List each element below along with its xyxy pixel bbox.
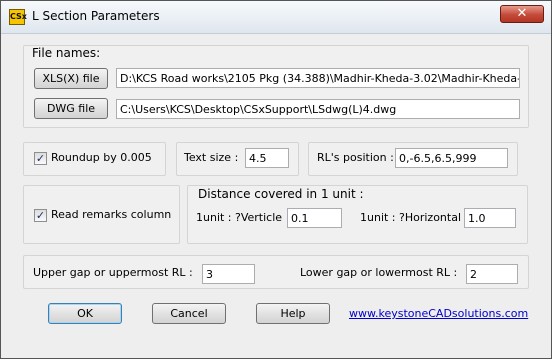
help-button[interactable]: Help	[256, 303, 330, 324]
distance-legend: Distance covered in 1 unit :	[198, 187, 364, 201]
xls-path-field[interactable]: D:\KCS Road works\2105 Pkg (34.388)\Madh…	[116, 68, 520, 88]
rl-position-label: RL's position :	[317, 151, 394, 164]
read-remarks-label: Read remarks column	[51, 208, 172, 221]
roundup-checkbox[interactable]: ✓	[34, 152, 47, 165]
gaps-group: Upper gap or uppermost RL : 3 Lower gap …	[23, 255, 529, 289]
verticle-input[interactable]: 0.1	[287, 208, 342, 228]
app-icon: CSx	[9, 9, 27, 25]
dwg-path-field[interactable]: C:\Users\KCS\Desktop\CSxSupport\LSdwg(L)…	[116, 99, 520, 119]
title-bar[interactable]: CSx L Section Parameters ✕	[1, 1, 551, 34]
verticle-label: 1unit : ?Verticle	[196, 211, 283, 224]
read-remarks-checkbox[interactable]: ✓	[34, 209, 47, 222]
upper-gap-input[interactable]: 3	[202, 264, 255, 284]
read-remarks-group: ✓ Read remarks column	[23, 185, 180, 244]
text-size-label: Text size :	[184, 151, 239, 164]
lower-gap-label: Lower gap or lowermost RL :	[300, 266, 458, 279]
window-title: L Section Parameters	[32, 9, 160, 23]
horizontal-label: 1unit : ?Horizontal	[360, 211, 462, 224]
rl-position-group: RL's position : 0,-6.5,6.5,999	[308, 142, 518, 176]
horizontal-input[interactable]: 1.0	[464, 208, 516, 228]
distance-group: Distance covered in 1 unit : 1unit : ?Ve…	[187, 185, 528, 244]
cancel-button[interactable]: Cancel	[152, 303, 226, 324]
xls-file-button[interactable]: XLS(X) file	[34, 68, 108, 89]
file-names-legend: File names:	[32, 46, 101, 60]
website-link[interactable]: www.keystoneCADsolutions.com	[349, 307, 528, 320]
roundup-label: Roundup by 0.005	[51, 151, 152, 164]
lower-gap-input[interactable]: 2	[466, 264, 518, 284]
roundup-group: ✓ Roundup by 0.005	[23, 142, 166, 176]
ok-button[interactable]: OK	[48, 303, 122, 324]
file-names-group: File names: XLS(X) file D:\KCS Road work…	[23, 45, 529, 128]
upper-gap-label: Upper gap or uppermost RL :	[33, 266, 193, 279]
close-button[interactable]: ✕	[500, 5, 544, 23]
text-size-group: Text size : 4.5	[176, 142, 299, 176]
dwg-file-button[interactable]: DWG file	[34, 98, 108, 119]
rl-position-input[interactable]: 0,-6.5,6.5,999	[395, 148, 508, 168]
text-size-input[interactable]: 4.5	[245, 148, 289, 168]
dialog-window: CSx L Section Parameters ✕ File names: X…	[0, 0, 552, 359]
